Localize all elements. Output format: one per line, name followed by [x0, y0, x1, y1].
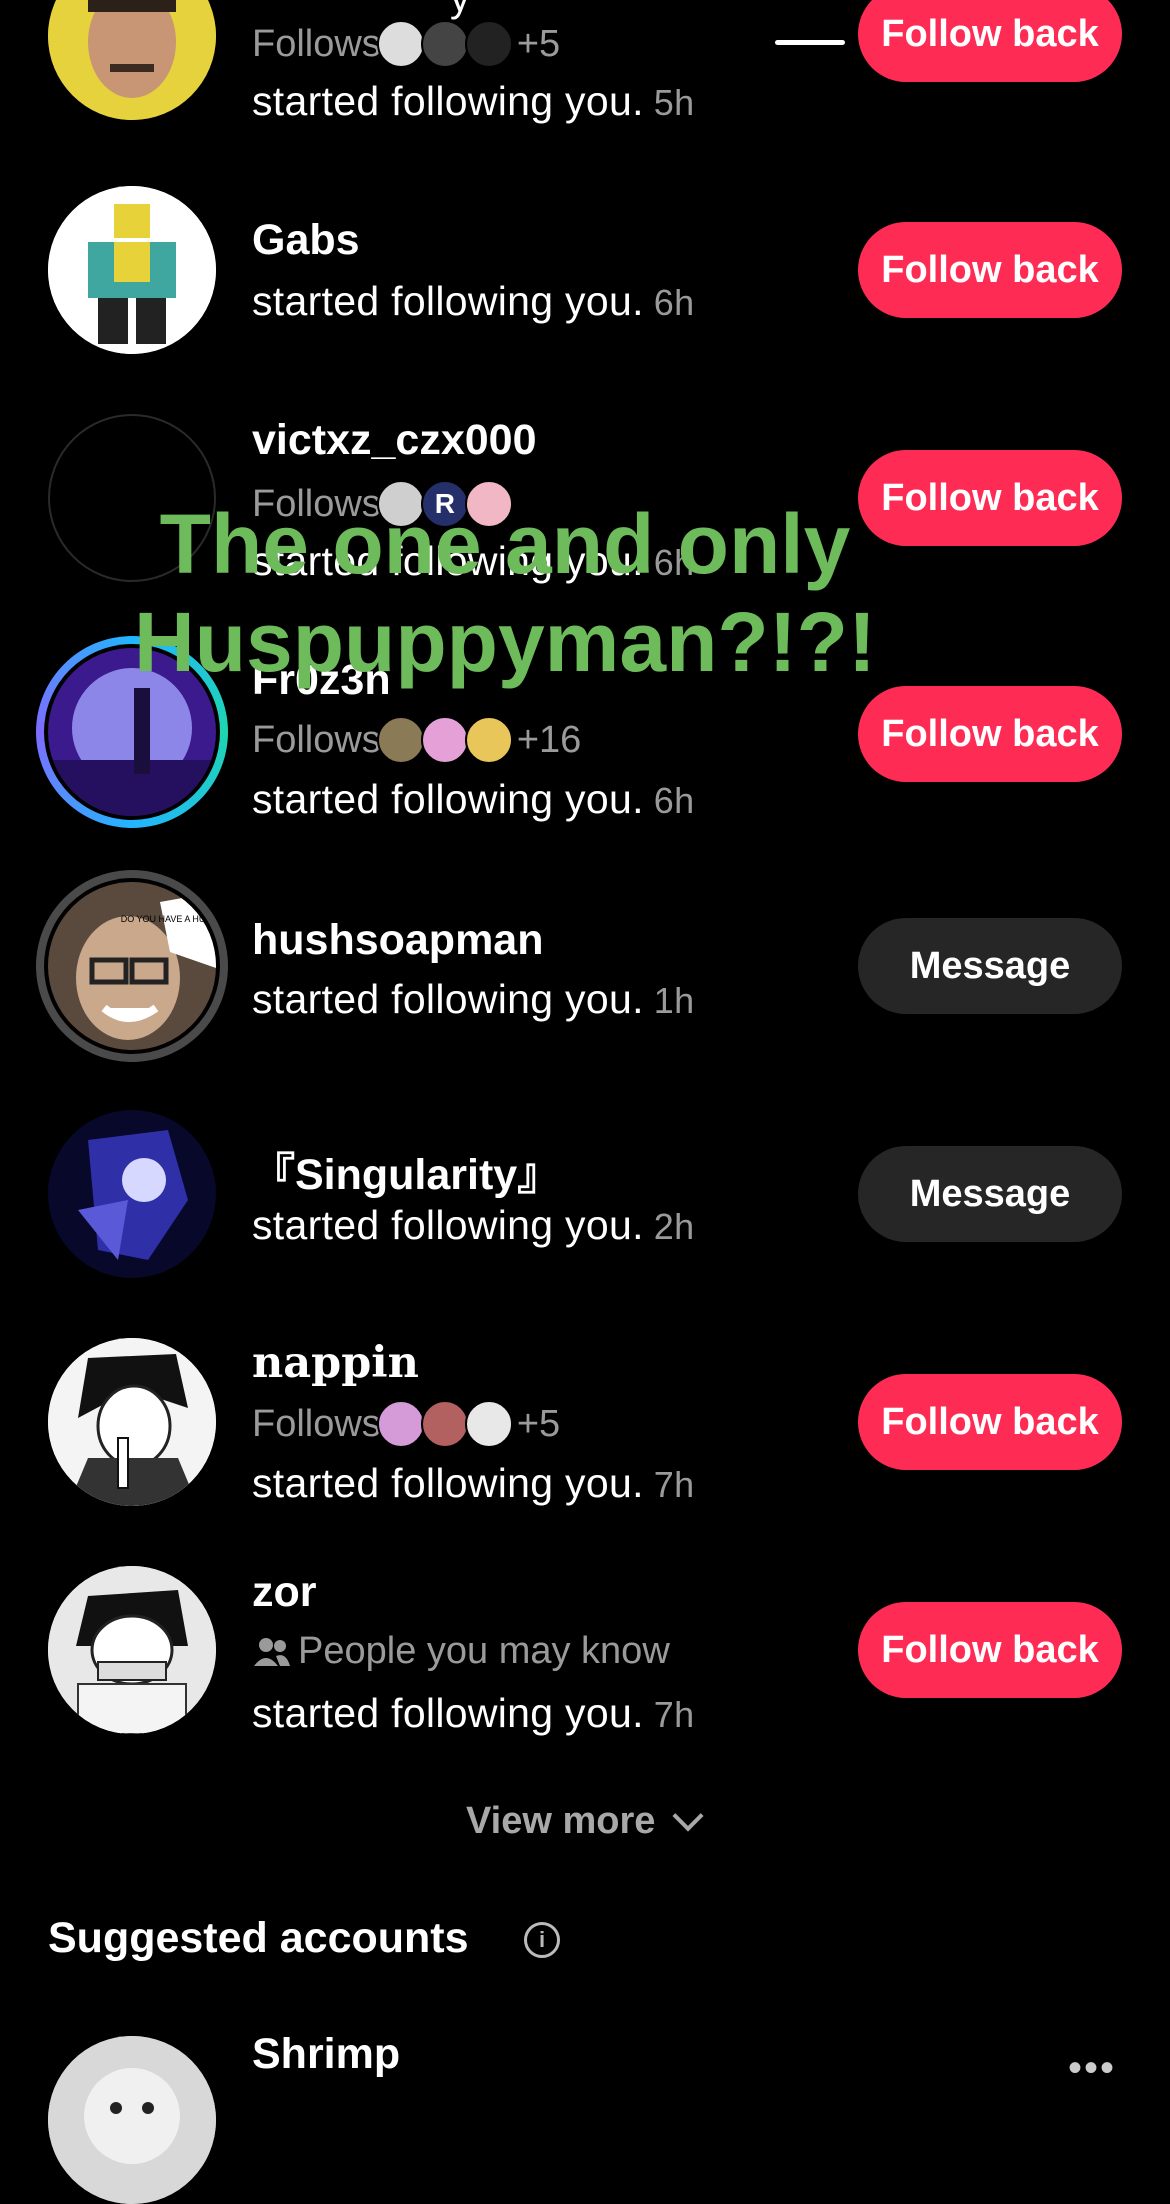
- avatar[interactable]: [48, 1566, 216, 1734]
- mutual-avatar: [464, 20, 513, 68]
- activity-label: started following you.: [252, 1690, 644, 1736]
- username[interactable]: zor: [252, 1568, 317, 1617]
- follow-back-button[interactable]: Follow back: [858, 222, 1122, 318]
- username[interactable]: victxz_czx000: [252, 416, 537, 465]
- mutual-avatar: [376, 1400, 425, 1448]
- time-label: 7h: [653, 1464, 695, 1505]
- mutual-avatar: [420, 1400, 469, 1448]
- avatar[interactable]: [48, 186, 216, 354]
- username[interactable]: Gabs: [252, 216, 360, 265]
- username[interactable]: hushsoapman: [252, 916, 544, 965]
- time-label: 6h: [653, 780, 695, 821]
- activity-text: started following you. 5h: [252, 78, 694, 125]
- people-icon: [254, 1637, 290, 1666]
- message-button[interactable]: Message: [858, 918, 1122, 1014]
- activity-text: started following you. 2h: [252, 1202, 694, 1249]
- follows-more: +16: [516, 718, 582, 761]
- follows-line: Follows +5: [252, 20, 560, 68]
- follows-line: Follows +16: [252, 716, 581, 764]
- time-label: 1h: [653, 980, 695, 1021]
- view-more-button[interactable]: View more: [466, 1799, 704, 1843]
- follows-label: Follows: [252, 22, 381, 65]
- username[interactable]: Shrimp: [252, 2030, 400, 2079]
- activity-text: started following you. 1h: [252, 976, 694, 1023]
- tab-indicator: [775, 40, 845, 45]
- section-title: Suggested accounts: [48, 1914, 469, 1962]
- chevron-down-icon: [672, 1799, 704, 1832]
- activity-label: started following you.: [252, 278, 644, 324]
- suggestion-line: People you may know: [252, 1630, 670, 1673]
- avatar[interactable]: [48, 2036, 216, 2204]
- avatar[interactable]: [48, 1110, 216, 1278]
- activity-text: started following you. 7h: [252, 1460, 694, 1507]
- mutual-avatar: [464, 716, 513, 764]
- overlay-caption-line-1: The one and only: [159, 497, 851, 591]
- follow-back-button[interactable]: Follow back: [858, 1602, 1122, 1698]
- header-title: y: [450, 0, 470, 21]
- activity-text: started following you. 6h: [252, 776, 694, 823]
- mutual-avatar: [464, 1400, 513, 1448]
- follow-back-button[interactable]: Follow back: [858, 1374, 1122, 1470]
- username[interactable]: nappin: [252, 1338, 419, 1388]
- view-more-label: View more: [466, 1800, 656, 1842]
- time-label: 2h: [653, 1206, 695, 1247]
- follows-line: Follows +5: [252, 1400, 560, 1448]
- follow-back-button[interactable]: Follow back: [858, 0, 1122, 82]
- message-button[interactable]: Message: [858, 1146, 1122, 1242]
- overlay-caption-line-2: Huspuppyman?!?!: [134, 595, 876, 689]
- activity-label: started following you.: [252, 78, 644, 124]
- mutual-avatar: [420, 20, 469, 68]
- avatar[interactable]: [48, 1338, 216, 1506]
- follows-more: +5: [516, 22, 561, 65]
- activity-label: started following you.: [252, 776, 644, 822]
- mutual-avatar: [376, 716, 425, 764]
- follows-label: Follows: [252, 718, 381, 761]
- time-label: 7h: [653, 1694, 695, 1735]
- activity-label: started following you.: [252, 976, 644, 1022]
- follows-label: Follows: [252, 1402, 381, 1445]
- mutual-avatar: [376, 20, 425, 68]
- follows-more: +5: [516, 1402, 561, 1445]
- activity-label: started following you.: [252, 1460, 644, 1506]
- time-label: 6h: [653, 282, 695, 323]
- activity-text: started following you. 7h: [252, 1690, 694, 1737]
- suggestion-label: People you may know: [298, 1630, 670, 1672]
- info-icon[interactable]: i: [524, 1922, 560, 1958]
- time-label: 5h: [653, 82, 695, 123]
- mutual-avatar: [420, 716, 469, 764]
- activity-label: started following you.: [252, 1202, 644, 1248]
- username[interactable]: 『Singularity』: [252, 1140, 560, 1202]
- follow-back-button[interactable]: Follow back: [858, 686, 1122, 782]
- avatar[interactable]: [48, 0, 216, 120]
- avatar[interactable]: DO YOU HAVE A HUMAN HEART?: [48, 882, 216, 1050]
- activity-text: started following you. 6h: [252, 278, 694, 325]
- more-dots-icon[interactable]: •••: [1068, 2046, 1116, 2091]
